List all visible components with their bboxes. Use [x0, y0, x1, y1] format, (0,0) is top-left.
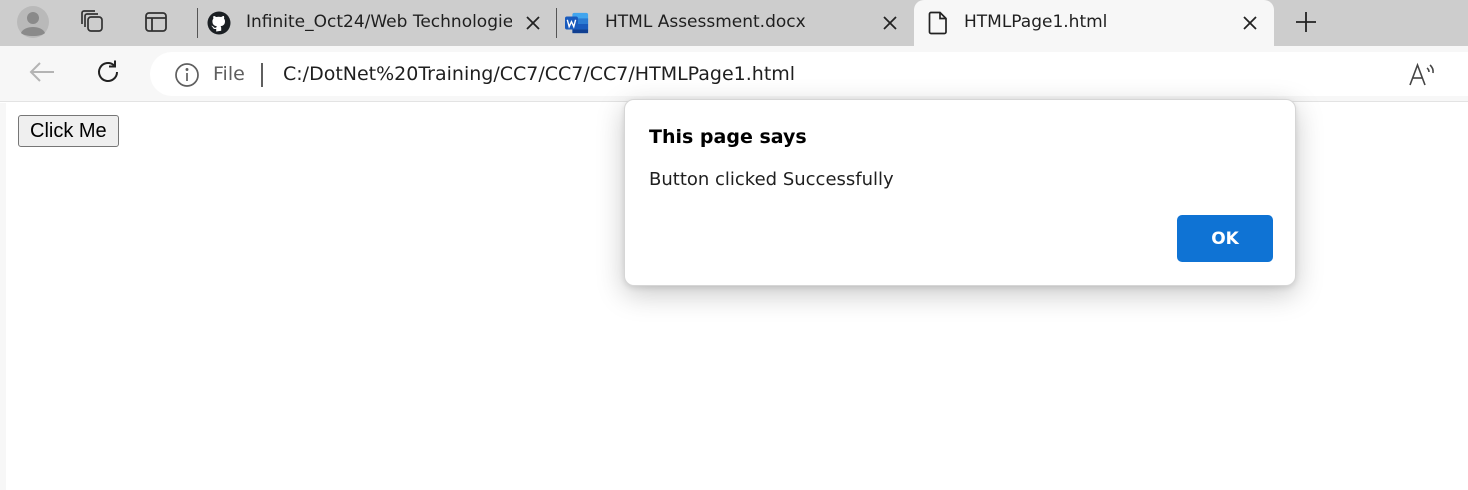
ok-button[interactable]: OK: [1177, 215, 1273, 262]
profile-avatar-icon: [16, 5, 50, 39]
address-scheme-label: File: [213, 63, 245, 85]
new-tab-button[interactable]: [1286, 3, 1326, 41]
address-bar[interactable]: File C:/DotNet%20Training/CC7/CC7/CC7/HT…: [150, 52, 1468, 96]
info-icon[interactable]: [174, 62, 200, 88]
close-icon[interactable]: [522, 12, 544, 34]
dialog-title: This page says: [649, 126, 807, 148]
tab-actions-icon: [144, 10, 168, 34]
tab-htmlpage1[interactable]: HTMLPage1.html: [914, 0, 1274, 46]
tab-github[interactable]: Infinite_Oct24/Web Technologies/: [198, 0, 556, 46]
click-me-button[interactable]: Click Me: [18, 115, 119, 147]
back-arrow-icon: [28, 60, 56, 89]
tab-title: HTML Assessment.docx: [605, 12, 806, 32]
address-divider: [261, 63, 263, 87]
refresh-button[interactable]: [90, 56, 126, 92]
back-button[interactable]: [24, 56, 60, 92]
workspaces-icon: [80, 9, 106, 35]
alert-dialog: This page says Button clicked Successful…: [624, 99, 1296, 286]
dialog-message: Button clicked Successfully: [649, 169, 894, 190]
tab-title: Infinite_Oct24/Web Technologies/: [246, 12, 512, 32]
github-icon: [207, 11, 231, 35]
workspaces-button[interactable]: [73, 3, 113, 41]
close-icon[interactable]: [1239, 12, 1261, 34]
tab-word-document[interactable]: HTML Assessment.docx: [557, 0, 913, 46]
tab-title: HTMLPage1.html: [964, 12, 1108, 32]
read-aloud-icon[interactable]: [1408, 61, 1438, 89]
refresh-icon: [94, 58, 122, 91]
tab-strip: Infinite_Oct24/Web Technologies/ HTML As…: [0, 0, 1468, 46]
browser-toolbar: File C:/DotNet%20Training/CC7/CC7/CC7/HT…: [0, 46, 1468, 102]
plus-icon: [1294, 10, 1318, 34]
address-url[interactable]: C:/DotNet%20Training/CC7/CC7/CC7/HTMLPag…: [283, 63, 795, 85]
word-icon: [565, 11, 589, 35]
profile-button[interactable]: [13, 3, 53, 41]
vertical-tabs-button[interactable]: [136, 3, 176, 41]
close-icon[interactable]: [879, 12, 901, 34]
document-icon: [926, 11, 950, 35]
